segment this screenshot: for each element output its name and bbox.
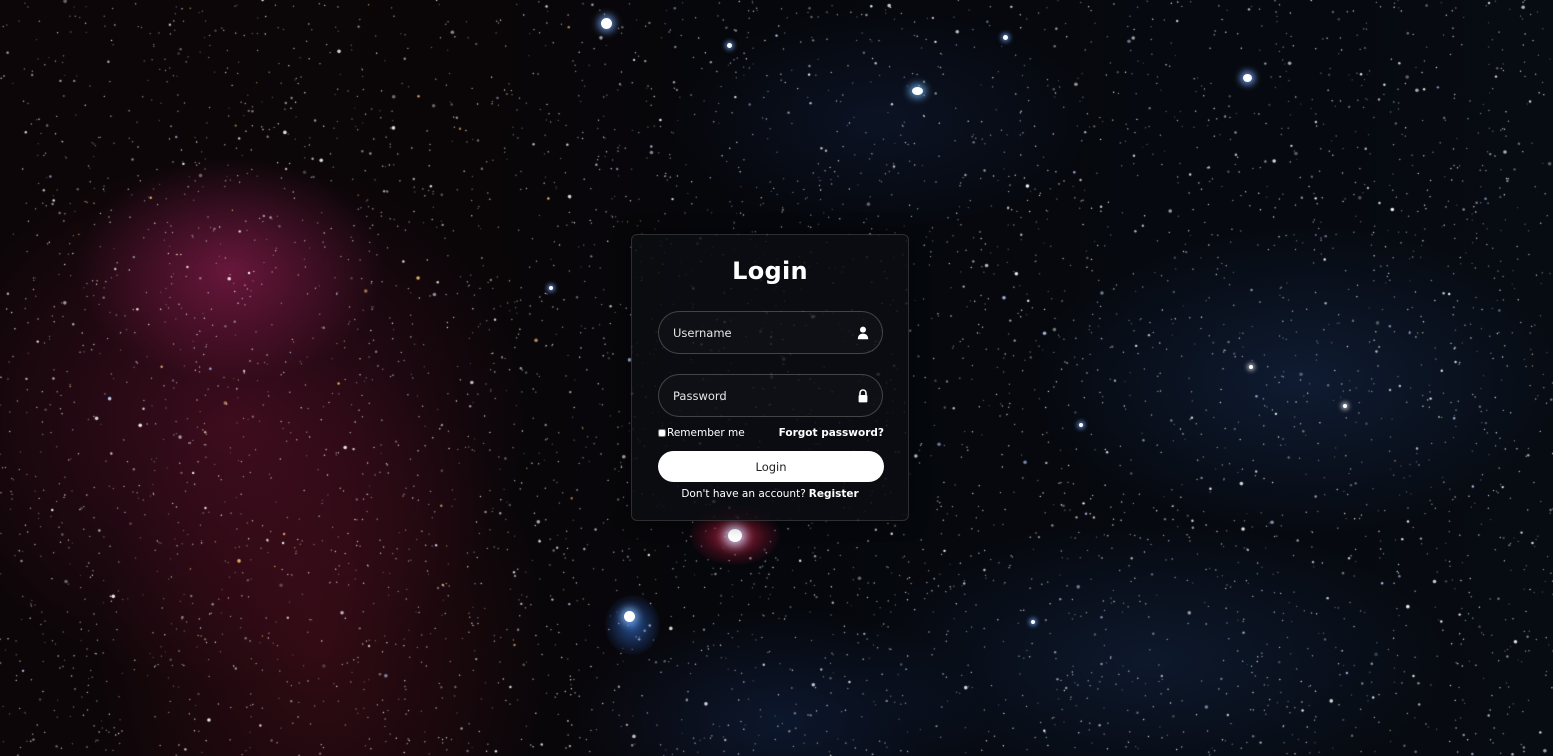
bright-star xyxy=(1343,404,1347,408)
register-row: Don't have an account? Register xyxy=(632,488,908,500)
login-title: Login xyxy=(732,257,808,285)
bright-star xyxy=(727,43,732,48)
remember-row: Remember me Forgot password? xyxy=(658,427,884,443)
bright-star xyxy=(549,286,553,290)
remember-me-checkbox[interactable] xyxy=(658,429,666,437)
background-starfield: Login Remember me Forgot password? Login xyxy=(0,0,1553,756)
username-input[interactable] xyxy=(659,312,882,353)
bright-star xyxy=(728,529,742,542)
bright-star xyxy=(1243,74,1252,82)
nebula-glow-blue xyxy=(605,595,660,655)
password-input[interactable] xyxy=(659,375,882,416)
bright-star xyxy=(601,18,612,29)
username-field[interactable] xyxy=(658,311,883,354)
bright-star xyxy=(624,611,635,622)
remember-me-label: Remember me xyxy=(667,427,745,439)
bright-star xyxy=(1031,620,1035,624)
password-field[interactable] xyxy=(658,374,883,417)
login-card: Login Remember me Forgot password? Login xyxy=(631,234,909,521)
lock-icon xyxy=(858,389,868,403)
remember-me-option[interactable]: Remember me xyxy=(658,427,745,439)
register-link[interactable]: Register xyxy=(809,488,859,500)
bright-star xyxy=(1079,423,1083,427)
register-prompt: Don't have an account? xyxy=(681,488,806,500)
bright-star xyxy=(1249,365,1253,369)
user-icon xyxy=(857,326,869,340)
bright-star xyxy=(912,87,923,95)
bright-star xyxy=(1003,35,1008,40)
forgot-password-link[interactable]: Forgot password? xyxy=(779,427,884,439)
login-button[interactable]: Login xyxy=(658,451,884,482)
